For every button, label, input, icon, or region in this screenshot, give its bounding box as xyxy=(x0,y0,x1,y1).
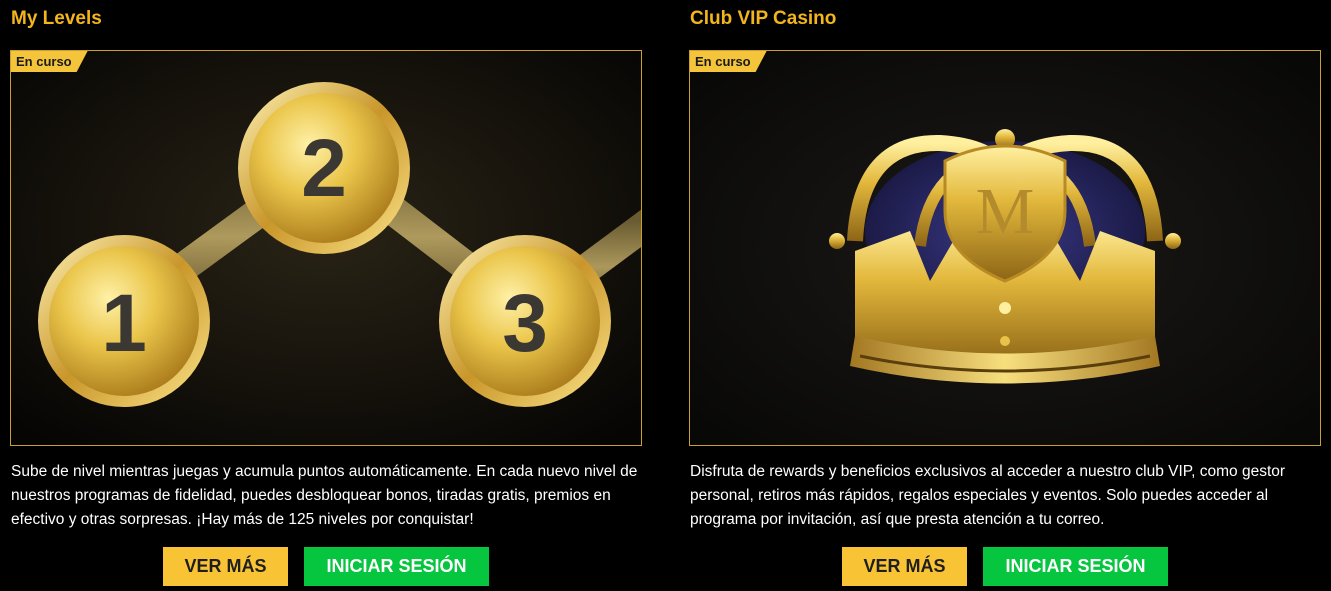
card-actions: VER MÁS INICIAR SESIÓN xyxy=(10,547,642,586)
card-description: Sube de nivel mientras juegas y acumula … xyxy=(11,463,638,528)
level-coin-3: 3 xyxy=(439,235,611,407)
levels-illustration: 2 1 3 xyxy=(11,51,641,445)
coin-label: 2 xyxy=(301,123,347,214)
coin-label: 1 xyxy=(101,278,147,369)
card-description: Disfruta de rewards y beneficios exclusi… xyxy=(690,463,1286,528)
my-levels-card: My Levels En curso 2 1 3 Sube de nivel m… xyxy=(10,0,652,591)
level-coin-2: 2 xyxy=(238,82,410,254)
status-badge: En curso xyxy=(690,51,767,72)
crown-illustration: M xyxy=(690,51,1320,445)
login-button[interactable]: INICIAR SESIÓN xyxy=(983,547,1168,586)
vip-image[interactable]: En curso M xyxy=(689,50,1321,446)
club-vip-card: Club VIP Casino En curso M Disfruta de r… xyxy=(689,0,1331,591)
crown: M xyxy=(829,129,1181,384)
ver-mas-button[interactable]: VER MÁS xyxy=(842,547,967,586)
level-coin-1: 1 xyxy=(38,235,210,407)
card-title: My Levels xyxy=(11,8,102,29)
coin-label: 3 xyxy=(502,278,548,369)
status-badge: En curso xyxy=(11,51,88,72)
ver-mas-button[interactable]: VER MÁS xyxy=(163,547,288,586)
crown-letter: M xyxy=(976,175,1035,248)
card-actions: VER MÁS INICIAR SESIÓN xyxy=(689,547,1321,586)
login-button[interactable]: INICIAR SESIÓN xyxy=(304,547,489,586)
levels-image[interactable]: En curso 2 1 3 xyxy=(10,50,642,446)
card-title: Club VIP Casino xyxy=(690,8,837,29)
